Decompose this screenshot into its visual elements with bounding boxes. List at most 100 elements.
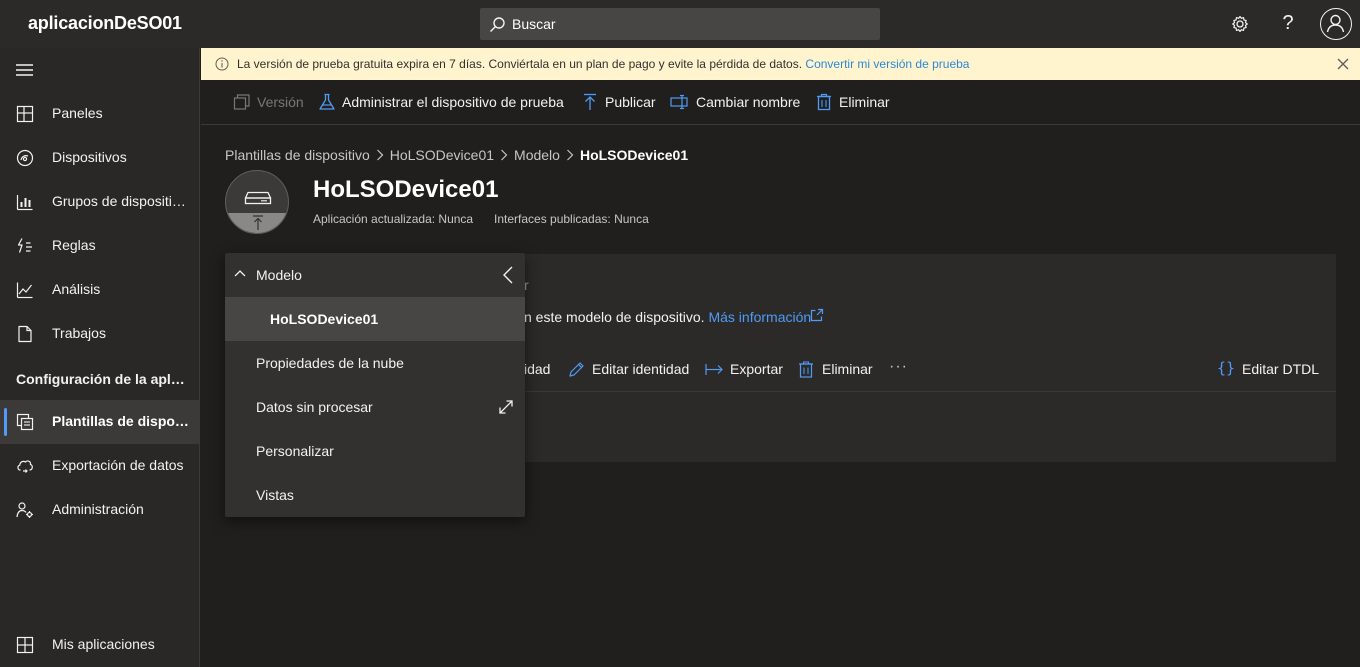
my-apps-icon	[16, 636, 34, 654]
sidebar-item-exportacion-de-datos[interactable]: Exportación de datos	[0, 444, 200, 488]
edit-identity-label: Editar identidad	[592, 361, 690, 377]
trash-icon	[817, 93, 831, 111]
device-groups-icon	[16, 195, 33, 211]
device-icon	[244, 191, 272, 205]
tree-item-label: Datos sin procesar	[256, 399, 373, 415]
interfaces-published-status: Interfaces publicadas: Nunca	[494, 212, 649, 226]
publish-icon	[584, 93, 596, 110]
dashboard-icon	[16, 105, 34, 123]
sidebar-item-trabajos[interactable]: Trabajos	[0, 312, 200, 356]
search-icon	[490, 17, 505, 32]
card-description: n este modelo de dispositivo. Más inform…	[524, 309, 811, 325]
help-icon[interactable]: ?	[1276, 12, 1300, 36]
chevron-right-icon	[376, 149, 384, 161]
version-icon	[233, 94, 250, 110]
sidebar-item-mis-aplicaciones[interactable]: Mis aplicaciones	[0, 623, 200, 667]
version-label: Versión	[257, 94, 304, 110]
trash-icon	[799, 361, 813, 378]
sidebar-item-paneles[interactable]: Paneles	[0, 92, 200, 136]
pencil-icon	[569, 362, 584, 377]
breadcrumb-item[interactable]: Modelo	[514, 147, 560, 163]
publish-label: Publicar	[605, 94, 656, 110]
hamburger-menu-icon[interactable]	[16, 62, 34, 78]
sidebar-item-label: Trabajos	[52, 325, 106, 341]
tree-item-holsodevice01[interactable]: HoLSODevice01	[225, 297, 525, 341]
more-info-link[interactable]: Más información	[708, 309, 811, 325]
sidebar-item-label: Administración	[52, 501, 144, 517]
info-icon	[215, 57, 229, 71]
card-description-text: n este modelo de dispositivo.	[524, 309, 705, 325]
data-export-icon	[17, 460, 33, 473]
jobs-icon	[18, 325, 32, 343]
chevron-right-icon	[501, 149, 508, 161]
sidebar-item-label: Dispositivos	[52, 149, 127, 165]
sidebar-item-label: Plantillas de dispositivo	[52, 413, 192, 429]
chevron-left-icon[interactable]	[502, 266, 514, 284]
rename-icon	[670, 94, 688, 110]
sidebar-item-label: Exportación de datos	[52, 457, 184, 473]
tree-item-vistas[interactable]: Vistas	[225, 473, 525, 517]
app-updated-status: Aplicación actualizada: Nunca	[313, 212, 474, 226]
page-title: HoLSODevice01	[313, 176, 499, 203]
sidebar-item-grupos-de-dispositivos[interactable]: Grupos de dispositivos	[0, 180, 200, 224]
devices-icon	[16, 149, 34, 167]
close-icon[interactable]	[1337, 58, 1349, 70]
breadcrumb: Plantillas de dispositivo HoLSODevice01 …	[225, 147, 688, 163]
device-template-avatar[interactable]	[225, 170, 289, 234]
user-icon	[1326, 14, 1345, 33]
external-link-icon[interactable]	[810, 308, 824, 322]
rules-icon	[17, 238, 32, 253]
more-options-button[interactable]: ···	[889, 358, 908, 376]
sidebar-item-administracion[interactable]: Administración	[0, 488, 200, 532]
search-box[interactable]: Buscar	[480, 8, 880, 40]
command-bar: Versión Administrar el dispositivo de pr…	[201, 80, 1360, 125]
breadcrumb-current: HoLSODevice01	[579, 147, 689, 163]
device-templates-icon	[16, 413, 34, 431]
search-input[interactable]: Buscar	[512, 16, 556, 32]
sidebar-item-label: Reglas	[52, 237, 96, 253]
app-title[interactable]: aplicacionDeSO01	[28, 13, 182, 34]
breadcrumb-item[interactable]: Plantillas de dispositivo	[225, 147, 370, 163]
sidebar-item-reglas[interactable]: Reglas	[0, 224, 200, 268]
edit-dtdl-label: Editar DTDL	[1242, 361, 1320, 377]
manage-test-device-label: Administrar el dispositivo de prueba	[342, 94, 564, 110]
administration-icon	[16, 502, 33, 518]
profile-avatar[interactable]	[1320, 8, 1352, 40]
expand-icon[interactable]	[498, 399, 514, 415]
sidebar-item-plantillas-de-dispositivo[interactable]: Plantillas de dispositivo	[0, 400, 200, 444]
banner-message: La versión de prueba gratuita expira en …	[237, 57, 803, 71]
braces-icon: {}	[1217, 359, 1236, 377]
trial-banner: La versión de prueba gratuita expira en …	[201, 48, 1360, 80]
sidebar-item-label: Mis aplicaciones	[52, 636, 155, 652]
flask-icon	[319, 93, 335, 110]
identity-tool-fragment[interactable]: idad	[524, 361, 550, 377]
chevron-up-icon	[234, 270, 246, 277]
rename-label: Cambiar nombre	[696, 94, 801, 110]
convert-trial-link[interactable]: Convertir mi versión de prueba	[805, 57, 969, 71]
tree-item-label: Propiedades de la nube	[256, 355, 404, 371]
delete-label: Eliminar	[839, 94, 890, 110]
tree-item-personalizar[interactable]: Personalizar	[225, 429, 525, 473]
model-tree-panel: Modelo HoLSODevice01 Propiedades de la n…	[225, 253, 525, 517]
sidebar: Paneles Dispositivos Grupos de dispositi…	[0, 48, 200, 667]
card-delete-label: Eliminar	[822, 361, 873, 377]
tree-item-label: HoLSODevice01	[270, 311, 379, 327]
tree-header-modelo[interactable]: Modelo	[225, 253, 525, 297]
sidebar-section-app-config[interactable]: Configuración de la aplicación	[16, 371, 186, 387]
sidebar-item-label: Paneles	[52, 105, 103, 121]
export-label: Exportar	[730, 361, 783, 377]
avatar-upload-strip[interactable]	[226, 213, 288, 233]
tree-header-label: Modelo	[256, 267, 302, 283]
sidebar-item-label: Análisis	[52, 281, 101, 297]
tree-item-propiedades-de-la-nube[interactable]: Propiedades de la nube	[225, 341, 525, 385]
upload-icon	[253, 215, 263, 230]
tree-item-label: Personalizar	[256, 443, 334, 459]
tree-item-label: Vistas	[256, 487, 294, 503]
gear-icon[interactable]	[1228, 12, 1252, 36]
sidebar-item-dispositivos[interactable]: Dispositivos	[0, 136, 200, 180]
export-arrow-icon	[705, 364, 723, 375]
top-bar: aplicacionDeSO01 Buscar ?	[0, 0, 1360, 48]
tree-item-datos-sin-procesar[interactable]: Datos sin procesar	[225, 385, 525, 429]
breadcrumb-item[interactable]: HoLSODevice01	[390, 147, 494, 163]
sidebar-item-analisis[interactable]: Análisis	[0, 268, 200, 312]
